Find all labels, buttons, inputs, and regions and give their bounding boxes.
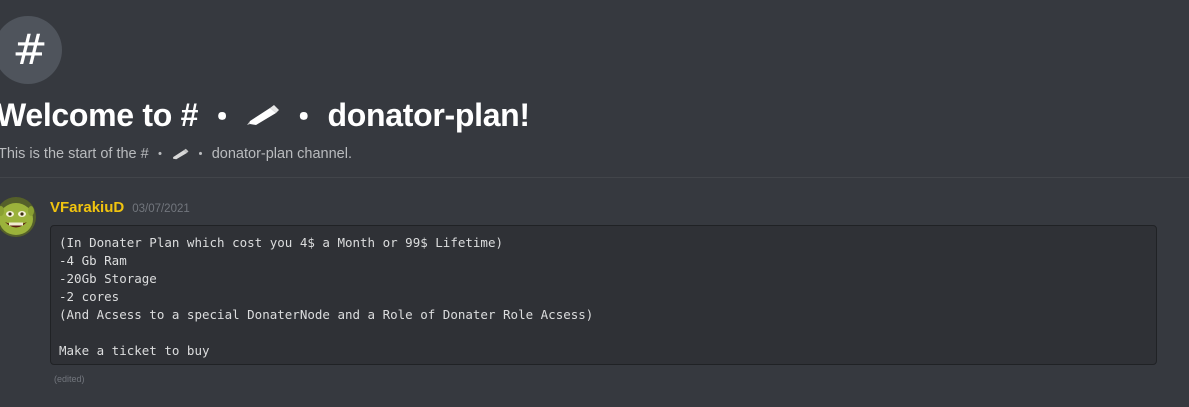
code-line: (And Acsess to a special DonaterNode and… — [59, 307, 594, 322]
message-timestamp: 03/07/2021 — [132, 203, 190, 215]
separator-dot: ・ — [287, 99, 320, 135]
shrek-avatar-icon — [0, 197, 36, 237]
chat-view: # Welcome to # ・ ・ donator-plan! This is… — [0, 0, 1189, 407]
code-line: -4 Gb Ram — [59, 253, 127, 268]
welcome-subtitle: This is the start of the # ・ ・ donator-p… — [0, 143, 352, 164]
username[interactable]: VFarakiuD — [50, 199, 124, 216]
code-line: Make a ticket to buy — [59, 343, 210, 358]
code-block: (In Donater Plan which cost you 4$ a Mon… — [50, 225, 1157, 365]
code-line: -2 cores — [59, 289, 120, 304]
welcome-prefix: Welcome to # — [0, 96, 199, 133]
separator-dot: ・ — [193, 147, 208, 163]
subtitle-suffix: donator-plan channel. — [211, 145, 352, 162]
channel-hash-icon: # — [0, 16, 62, 84]
channel-name: donator-plan! — [327, 96, 531, 133]
message-divider — [0, 177, 1189, 178]
separator-dot: ・ — [152, 147, 168, 163]
welcome-title: Welcome to # ・ ・ donator-plan! — [0, 92, 530, 138]
avatar[interactable] — [0, 197, 36, 237]
edited-label: (edited) — [54, 374, 85, 384]
pencil-icon — [173, 148, 189, 159]
hash-glyph: # — [12, 25, 48, 74]
message-header: VFarakiuD 03/07/2021 — [50, 199, 190, 216]
code-line: (In Donater Plan which cost you 4$ a Mon… — [59, 235, 504, 250]
subtitle-prefix: This is the start of the # — [0, 145, 149, 162]
separator-dot: ・ — [206, 99, 238, 135]
code-line: -20Gb Storage — [59, 271, 157, 286]
pencil-icon — [246, 105, 279, 125]
